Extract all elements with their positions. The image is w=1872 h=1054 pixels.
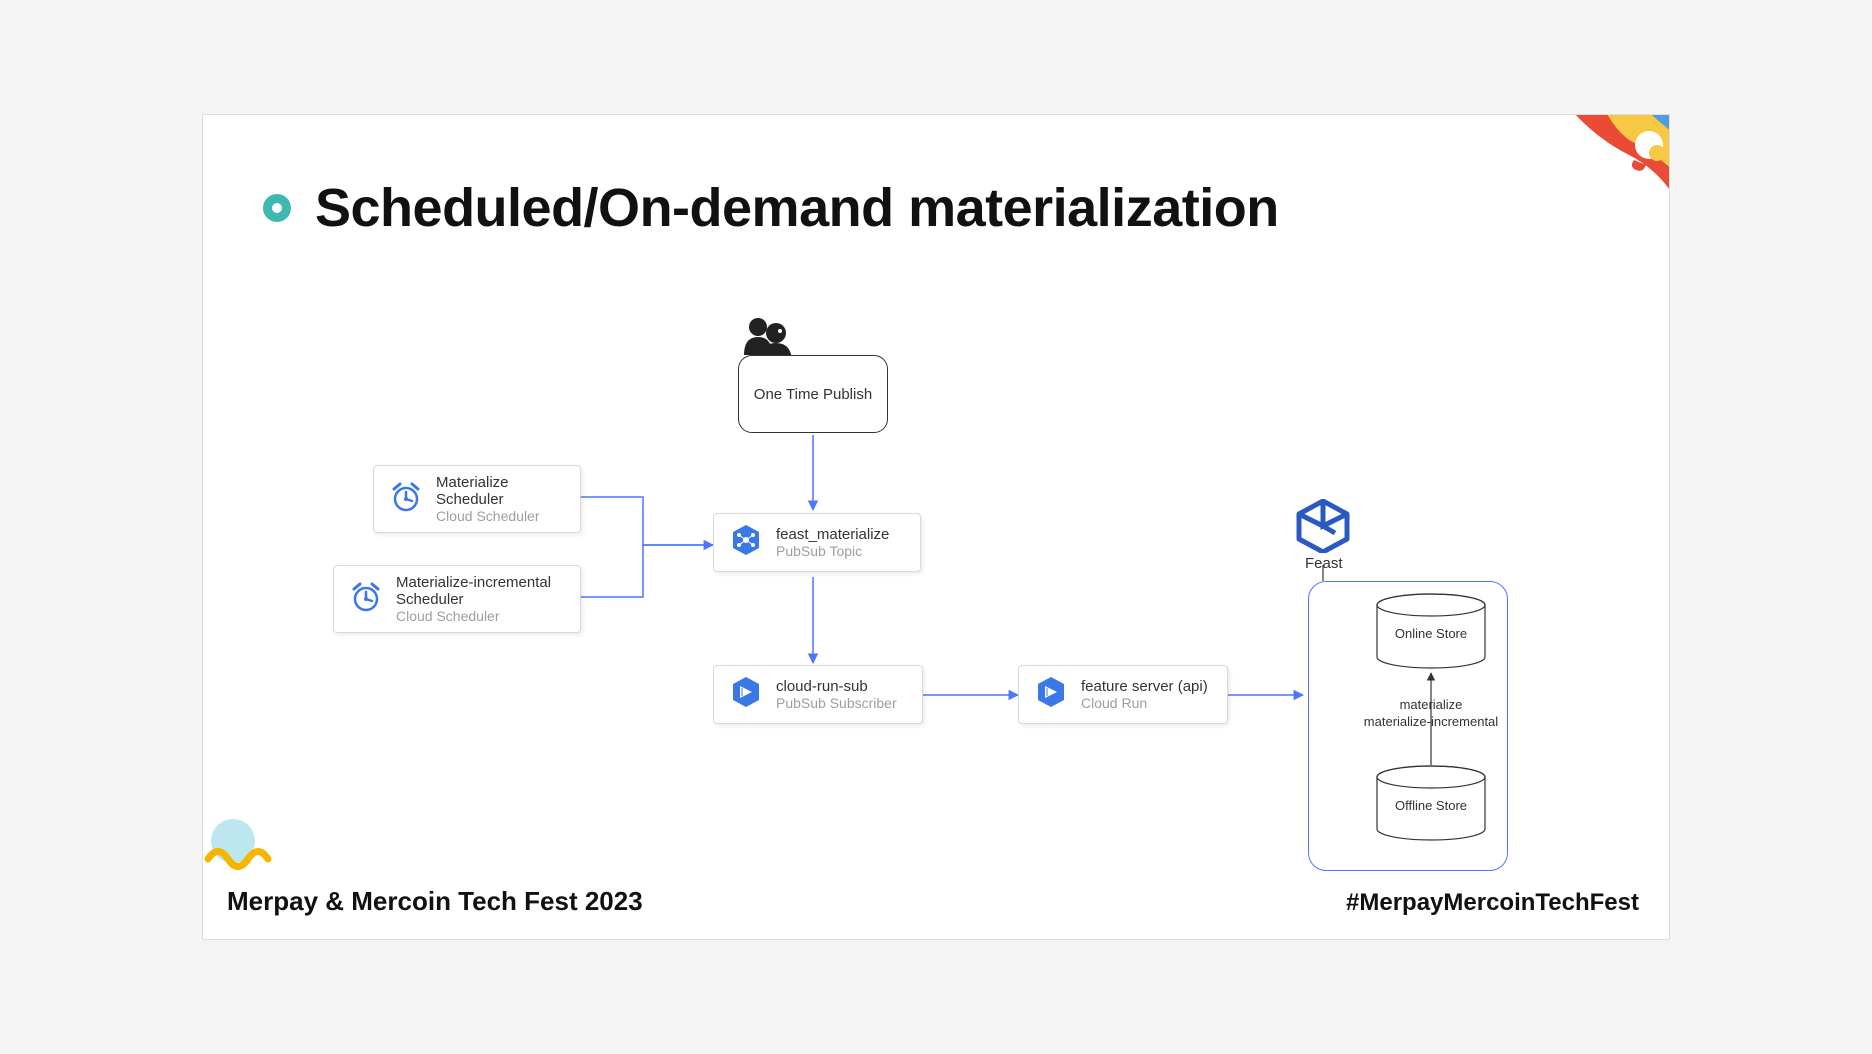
slide-title: Scheduled/On-demand materialization <box>315 177 1279 239</box>
pubsub-topic-node: feast_materialize PubSub Topic <box>713 513 921 572</box>
offline-store-node: Offline Store <box>1373 765 1489 841</box>
materialize-label-1: materialize <box>1353 697 1509 714</box>
title-bullet-icon <box>263 194 291 222</box>
pubsub-subscriber-node: cloud-run-sub PubSub Subscriber <box>713 665 923 724</box>
cloud-scheduler-icon <box>388 479 424 520</box>
footer-right: #MerpayMercoinTechFest <box>1346 889 1639 917</box>
node-subtitle: Cloud Scheduler <box>396 608 566 624</box>
online-store-node: Online Store <box>1373 593 1489 669</box>
materialize-label-2: materialize-incremental <box>1353 714 1509 731</box>
materialize-scheduler-node: Materialize Scheduler Cloud Scheduler <box>373 465 581 533</box>
node-title: Materialize-incremental Scheduler <box>396 574 566 608</box>
node-title: Materialize Scheduler <box>436 474 566 508</box>
diagram-canvas: One Time Publish Materialize Scheduler C… <box>203 265 1669 869</box>
node-subtitle: PubSub Subscriber <box>776 695 897 711</box>
decoration-top-right-icon <box>1529 114 1670 255</box>
cloud-run-icon <box>728 674 764 715</box>
one-time-publish-label: One Time Publish <box>754 386 872 403</box>
node-title: feature server (api) <box>1081 678 1208 695</box>
online-store-label: Online Store <box>1373 626 1489 641</box>
pubsub-icon <box>728 522 764 563</box>
slide-title-row: Scheduled/On-demand materialization <box>263 177 1279 239</box>
node-subtitle: Cloud Scheduler <box>436 508 566 524</box>
one-time-publish-node: One Time Publish <box>738 355 888 433</box>
cloud-run-icon <box>1033 674 1069 715</box>
feast-label: Feast <box>1305 555 1343 572</box>
materialize-incremental-scheduler-node: Materialize-incremental Scheduler Cloud … <box>333 565 581 633</box>
node-title: cloud-run-sub <box>776 678 897 695</box>
node-subtitle: PubSub Topic <box>776 543 889 559</box>
node-subtitle: Cloud Run <box>1081 695 1208 711</box>
offline-store-label: Offline Store <box>1373 798 1489 813</box>
feast-icon <box>1293 499 1353 558</box>
feature-server-node: feature server (api) Cloud Run <box>1018 665 1228 724</box>
presentation-slide: Scheduled/On-demand materialization <box>202 114 1670 940</box>
footer-left: Merpay & Mercoin Tech Fest 2023 <box>227 886 643 917</box>
materialize-labels: materialize materialize-incremental <box>1353 697 1509 731</box>
node-title: feast_materialize <box>776 526 889 543</box>
cloud-scheduler-icon <box>348 579 384 620</box>
